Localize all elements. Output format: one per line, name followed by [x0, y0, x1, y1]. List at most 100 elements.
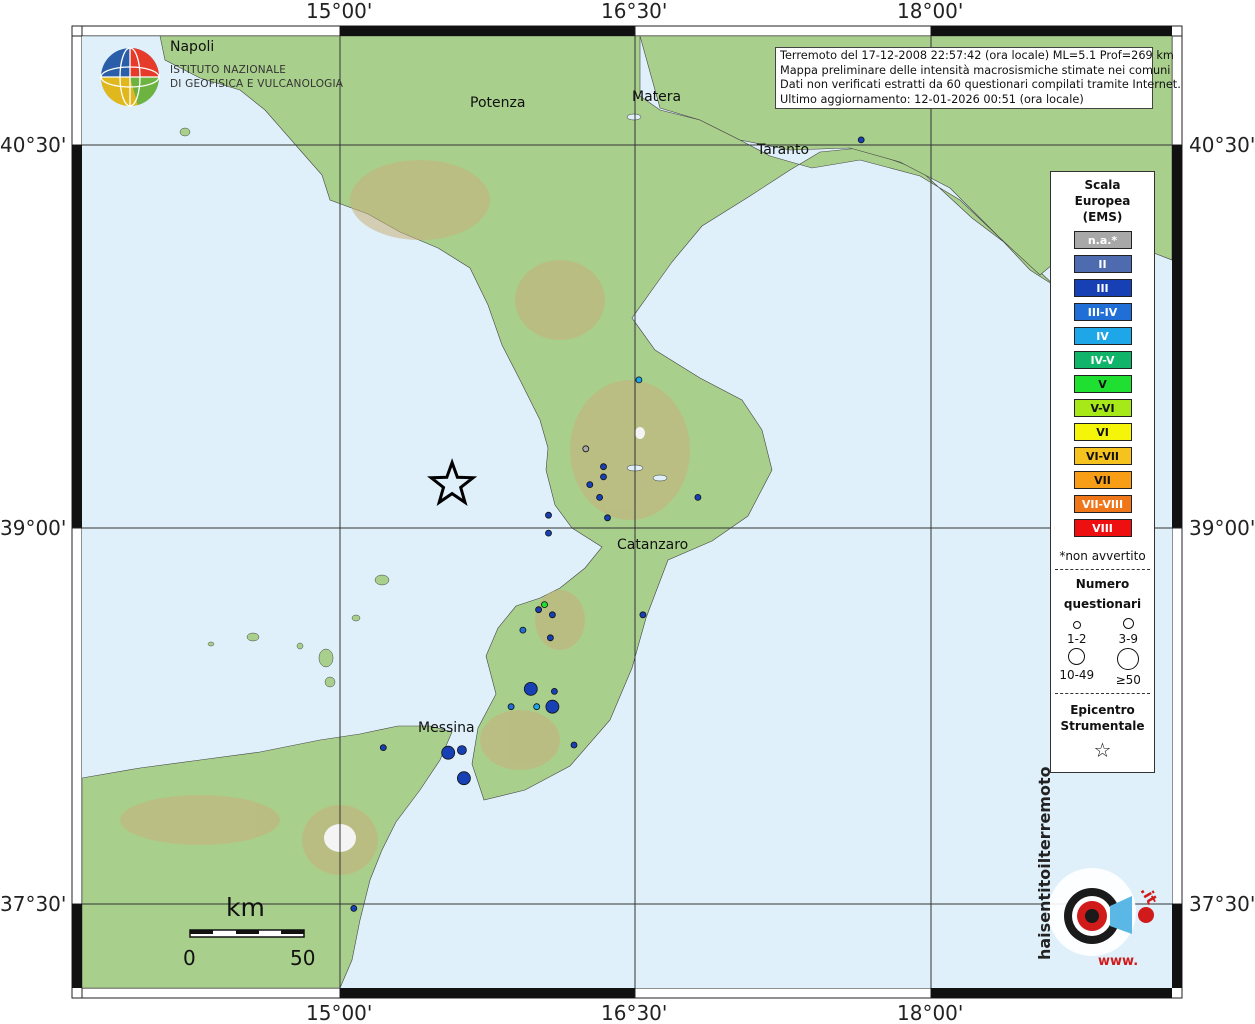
- observation-point: [635, 376, 643, 384]
- ingv-logo-line1: ISTITUTO NAZIONALE: [170, 64, 287, 76]
- top-label-16-30: 16°30': [601, 0, 667, 23]
- observation-point: [600, 463, 607, 471]
- legend-count-title-line2: questionari: [1063, 597, 1142, 611]
- observation-point: [600, 473, 607, 481]
- observation-point: [549, 611, 556, 619]
- bottom-label-16-30: 16°30': [601, 1001, 667, 1024]
- size-ring-icon: [1072, 621, 1081, 629]
- observation-point: [533, 703, 541, 711]
- observation-point: [545, 511, 552, 519]
- scale-bar-unit: km: [226, 893, 265, 922]
- legend-chip: III: [1073, 279, 1132, 297]
- legend-epi-title-line1: Epicentro: [1070, 703, 1135, 717]
- size-ring-icon: [1068, 648, 1086, 665]
- size-ring-icon: [1122, 618, 1134, 629]
- observation-point: [545, 699, 560, 714]
- frame-bar-left: [71, 35, 83, 988]
- legend-chip: III-IV: [1073, 303, 1132, 321]
- legend-count-grid: 1-2 3-9 10-49 ≥50: [1051, 618, 1154, 687]
- city-potenza: Potenza: [470, 95, 525, 111]
- size-ring-icon: [1117, 648, 1140, 670]
- legend-count-item: 10-49: [1051, 648, 1103, 687]
- frame-bar-bottom: [81, 987, 1172, 999]
- hsit-logo-text: haisentitoilterremoto: [1035, 766, 1054, 960]
- observation-point: [694, 493, 702, 501]
- legend-scale: n.a.* II III III-IV IV IV-V V V-VI VI VI-VII VII VI…: [1051, 231, 1154, 537]
- legend-count-label: 3-9: [1118, 632, 1139, 646]
- observation-point: [379, 744, 387, 751]
- legend-chip: VII: [1073, 471, 1132, 489]
- top-label-18: 18°00': [897, 0, 963, 23]
- legend-chip: IV-V: [1073, 351, 1132, 369]
- bottom-label-15: 15°00': [306, 1001, 372, 1024]
- observation-point: [547, 634, 554, 642]
- observation-point: [545, 529, 552, 537]
- legend-chip: VII-VIII: [1073, 495, 1132, 513]
- observation-point: [857, 136, 865, 144]
- city-matera: Matera: [632, 89, 681, 105]
- observation-point: [350, 905, 358, 912]
- city-taranto: Taranto: [756, 142, 809, 158]
- legend-count-label: 1-2: [1066, 632, 1087, 646]
- frame-bar-right: [1171, 35, 1183, 988]
- right-label-39: 39°00': [1189, 516, 1255, 540]
- scale-bar-fifty: 50: [290, 946, 315, 970]
- legend-title-line2: Europea: [1074, 194, 1131, 208]
- legend-panel: Scala Europea (EMS) n.a.* II III III-IV IV IV…: [1050, 171, 1155, 773]
- bottom-label-18: 18°00': [897, 1001, 963, 1024]
- lake: [652, 474, 668, 482]
- legend-chip: V: [1073, 375, 1132, 393]
- legend-chip: VI: [1073, 423, 1132, 441]
- observation-point: [519, 626, 527, 634]
- observation-point: [441, 745, 456, 760]
- observation-point: [596, 493, 603, 501]
- city-catanzaro: Catanzaro: [617, 537, 688, 553]
- legend-chip: IV: [1073, 327, 1132, 345]
- observation-point: [604, 514, 611, 522]
- observation-point: [523, 682, 538, 696]
- observation-point: [535, 606, 542, 614]
- right-label-40-30: 40°30': [1189, 133, 1255, 157]
- city-napoli: Napoli: [170, 39, 214, 55]
- event-info-line4: Ultimo aggiornamento: 12-01-2026 00:51 (…: [780, 92, 1084, 106]
- legend-count-label: ≥50: [1115, 673, 1141, 687]
- left-label-39: 39°00': [0, 516, 66, 540]
- ingv-logo: [100, 47, 160, 107]
- frame-bar-top: [81, 25, 1172, 37]
- observation-point: [541, 601, 548, 608]
- city-messina: Messina: [418, 720, 475, 736]
- top-label-15: 15°00': [306, 0, 372, 23]
- hsit-logo-www: www.: [1098, 954, 1138, 969]
- legend-count-label: 10-49: [1059, 668, 1095, 682]
- observation-point: [456, 771, 471, 786]
- lake: [626, 113, 642, 121]
- legend-epi-title-line2: Strumentale: [1060, 719, 1145, 733]
- legend-count-item: ≥50: [1103, 648, 1155, 687]
- legend-chip: VI-VII: [1073, 447, 1132, 465]
- legend-chip: n.a.*: [1073, 231, 1132, 249]
- legend-count-item: 1-2: [1051, 618, 1103, 646]
- observation-point: [551, 688, 558, 695]
- event-info-line3: Dati non verificati estratti da 60 quest…: [780, 78, 1181, 91]
- observation-point: [570, 741, 578, 749]
- legend-chip: V-VI: [1073, 399, 1132, 417]
- legend-count-item: 3-9: [1103, 618, 1155, 646]
- event-info-line1: Terremoto del 17-12-2008 22:57:42 (ora l…: [780, 49, 1174, 62]
- legend-chip: II: [1073, 255, 1132, 273]
- event-info-box: Terremoto del 17-12-2008 22:57:42 (ora l…: [775, 47, 1181, 109]
- ingv-logo-line2: DI GEOFISICA E VULCANOLOGIA: [170, 78, 344, 90]
- legend-chip: VIII: [1073, 519, 1132, 537]
- observation-point: [456, 745, 467, 755]
- observation-point: [507, 703, 515, 711]
- lake: [635, 427, 645, 439]
- observation-point: [582, 445, 590, 453]
- legend-title-line3: (EMS): [1082, 210, 1123, 224]
- observation-point: [586, 481, 594, 489]
- right-label-37-30: 37°30': [1189, 892, 1255, 916]
- legend-separator: [1055, 569, 1150, 570]
- observation-point: [639, 611, 647, 619]
- legend-star-icon: ☆: [1093, 738, 1112, 762]
- legend-title-line1: Scala: [1084, 178, 1121, 192]
- scale-bar-zero: 0: [183, 946, 196, 970]
- legend-separator: [1055, 693, 1150, 694]
